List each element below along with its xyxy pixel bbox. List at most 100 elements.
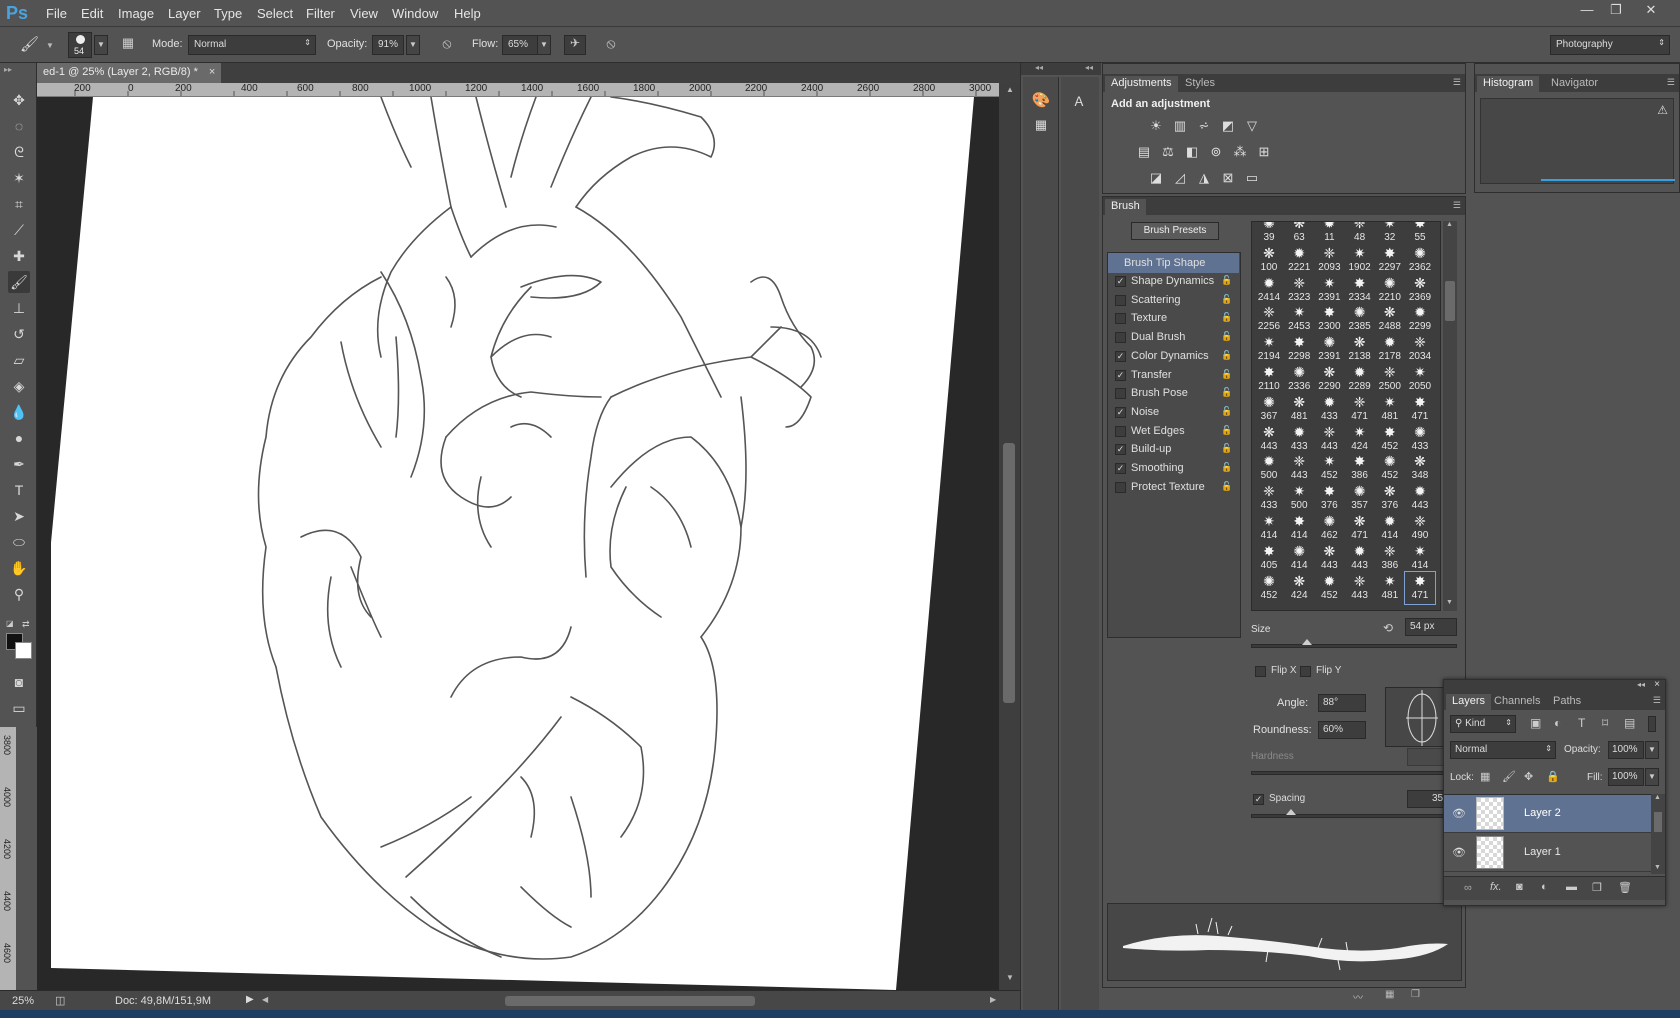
color-balance-icon[interactable]: ⚖ <box>1159 143 1177 161</box>
filter-shape-icon[interactable]: ⌑ <box>1602 716 1608 730</box>
brush-option-item[interactable]: ✓ Build-up 🔓 <box>1107 440 1238 460</box>
brush-tip-cell[interactable]: ✷ 481 <box>1375 393 1405 425</box>
close-button[interactable]: ✕ <box>1638 2 1664 20</box>
brush-tip-cell[interactable]: ✷ 414 <box>1405 542 1435 574</box>
tab-channels[interactable]: Channels <box>1488 694 1546 710</box>
brush-tip-cell[interactable]: ❋ 424 <box>1284 572 1314 604</box>
brush-tip-cell[interactable]: ❋ 443 <box>1254 423 1284 455</box>
filter-smart-object-icon[interactable]: ▤ <box>1624 716 1635 730</box>
brush-tip-cell[interactable]: ✷ 1902 <box>1345 244 1375 276</box>
brush-tip-cell[interactable]: ✹ 452 <box>1314 572 1344 604</box>
brush-tip-cell[interactable]: ❈ 443 <box>1284 452 1314 484</box>
layer-row[interactable]: 👁 Layer 2 <box>1444 795 1651 833</box>
menu-layer[interactable]: Layer <box>168 6 201 21</box>
screen-mode-icon[interactable]: ▭ <box>8 697 30 719</box>
default-colors-icon[interactable]: ◪ <box>6 619 14 628</box>
scroll-down-icon[interactable]: ▼ <box>1654 864 1661 871</box>
reset-size-icon[interactable]: ⟲ <box>1383 621 1393 635</box>
scroll-up-icon[interactable]: ▲ <box>1446 221 1453 228</box>
brush-option-item[interactable]: ✓ Transfer 🔓 <box>1107 366 1238 386</box>
tip-grid-scrollbar[interactable]: ▲ ▼ <box>1443 221 1457 611</box>
flip-x-checkbox[interactable] <box>1255 666 1266 677</box>
swap-colors-icon[interactable]: ⇄ <box>22 619 30 630</box>
brush-tip-cell[interactable]: ❈ 2500 <box>1375 363 1405 395</box>
airbrush-icon[interactable]: ✈ <box>564 35 586 55</box>
brush-tip-cell[interactable]: ✹ 2289 <box>1345 363 1375 395</box>
collapse-dock-icon[interactable]: ◂◂ <box>1035 63 1043 72</box>
brush-tip-cell[interactable]: ❋ 376 <box>1375 482 1405 514</box>
crop-tool-icon[interactable]: ⌗ <box>8 193 30 215</box>
lock-icon[interactable]: 🔓 <box>1221 406 1232 417</box>
brush-tip-cell[interactable]: ✹ 433 <box>1284 423 1314 455</box>
brush-tip-cell[interactable]: ❈ 433 <box>1254 482 1284 514</box>
invert-icon[interactable]: ◪ <box>1147 169 1165 187</box>
brush-tip-cell[interactable]: ✹ 443 <box>1345 542 1375 574</box>
layer-name[interactable]: Layer 2 <box>1524 807 1561 819</box>
brush-tip-cell[interactable]: ✸ 471 <box>1405 393 1435 425</box>
brush-option-checkbox[interactable]: ✓ <box>1115 350 1126 362</box>
menu-view[interactable]: View <box>350 6 378 21</box>
brush-tip-cell[interactable]: ✺ 367 <box>1254 393 1284 425</box>
brush-tip-cell[interactable]: ❈ 490 <box>1405 512 1435 544</box>
exposure-icon[interactable]: ◩ <box>1219 117 1237 135</box>
document-canvas[interactable] <box>51 97 999 990</box>
brush-tip-cell[interactable]: ✷ 2453 <box>1284 303 1314 335</box>
lock-icon[interactable]: 🔓 <box>1221 425 1232 436</box>
brush-option-item[interactable]: ✓ Noise 🔓 <box>1107 403 1238 423</box>
toggle-live-tip-icon[interactable]: 〰 <box>1353 989 1363 1004</box>
brush-tip-cell[interactable]: ✺ 357 <box>1345 482 1375 514</box>
tab-layers[interactable]: Layers <box>1446 694 1492 710</box>
brush-tip-cell[interactable]: ✹ 443 <box>1405 482 1435 514</box>
brush-option-checkbox[interactable]: ✓ <box>1115 444 1126 456</box>
chevron-down-icon[interactable]: ▼ <box>46 41 54 50</box>
lock-pixels-icon[interactable]: 🖌 <box>1502 770 1516 783</box>
curves-icon[interactable]: ⩫ <box>1195 117 1213 135</box>
brush-tip-cell[interactable]: ✺ 462 <box>1314 512 1344 544</box>
brush-tip-cell[interactable]: ✷ 424 <box>1345 423 1375 455</box>
adjustment-layer-icon[interactable]: ◐ <box>1541 881 1548 893</box>
hand-tool-icon[interactable]: ✋ <box>8 557 30 579</box>
flow-input[interactable]: 65% <box>502 35 538 55</box>
character-panel-icon[interactable]: Ａ <box>1069 91 1089 111</box>
brush-tip-cell[interactable]: ✷ 2391 <box>1314 274 1344 306</box>
collapse-dock-icon[interactable]: ◂◂ <box>1085 63 1093 72</box>
lock-transparent-icon[interactable]: ▦ <box>1480 770 1490 783</box>
tab-paths[interactable]: Paths <box>1547 694 1587 710</box>
lock-icon[interactable]: 🔓 <box>1221 312 1232 323</box>
menu-image[interactable]: Image <box>118 6 154 21</box>
brush-tip-cell[interactable]: ❈ 48 <box>1345 222 1375 246</box>
lock-icon[interactable]: 🔓 <box>1221 331 1232 342</box>
brush-tip-cell[interactable]: ✹ 2414 <box>1254 274 1284 306</box>
filter-type-icon[interactable]: T <box>1578 716 1585 730</box>
eyedropper-tool-icon[interactable]: ⟋ <box>8 219 30 241</box>
share-icon[interactable]: ◫ <box>55 994 65 1007</box>
healing-brush-tool-icon[interactable]: ✚ <box>8 245 30 267</box>
brush-tip-cell[interactable]: ✺ 39 <box>1254 222 1284 246</box>
vibrance-icon[interactable]: ▽ <box>1243 117 1261 135</box>
brush-panel-toggle-icon[interactable]: ▦ <box>118 35 138 55</box>
filter-toggle[interactable] <box>1648 716 1656 732</box>
brush-tip-cell[interactable]: ✹ 11 <box>1314 222 1344 246</box>
brush-tip-cell[interactable]: ❋ 2488 <box>1375 303 1405 335</box>
scroll-up-icon[interactable]: ▲ <box>1006 85 1014 94</box>
tab-navigator[interactable]: Navigator <box>1545 76 1604 92</box>
menu-file[interactable]: File <box>46 6 67 21</box>
brush-grid-icon[interactable]: ▦ <box>1385 989 1394 1000</box>
brush-tip-cell[interactable]: ❈ 386 <box>1375 542 1405 574</box>
brush-option-checkbox[interactable] <box>1115 425 1126 437</box>
add-mask-icon[interactable]: ◙ <box>1516 881 1523 893</box>
clone-stamp-tool-icon[interactable]: ⊥ <box>8 297 30 319</box>
blur-tool-icon[interactable]: 💧 <box>8 401 30 423</box>
channel-mixer-icon[interactable]: ⁂ <box>1231 143 1249 161</box>
zoom-tool-icon[interactable]: ⚲ <box>8 583 30 605</box>
levels-icon[interactable]: ▥ <box>1171 117 1189 135</box>
size-slider-track[interactable] <box>1251 639 1457 648</box>
status-menu-arrow-icon[interactable]: ▶ <box>246 994 254 1005</box>
opacity-dropdown[interactable]: ▼ <box>406 35 420 55</box>
layer-filter-select[interactable]: ⚲ Kind ⇕ <box>1450 715 1516 733</box>
scroll-down-icon[interactable]: ▼ <box>1006 973 1014 982</box>
brush-option-checkbox[interactable]: ✓ <box>1115 463 1126 474</box>
layer-opacity-dropdown[interactable]: ▼ <box>1645 741 1659 759</box>
scroll-thumb[interactable] <box>1445 281 1455 321</box>
brush-tip-cell[interactable]: ✷ 32 <box>1375 222 1405 246</box>
